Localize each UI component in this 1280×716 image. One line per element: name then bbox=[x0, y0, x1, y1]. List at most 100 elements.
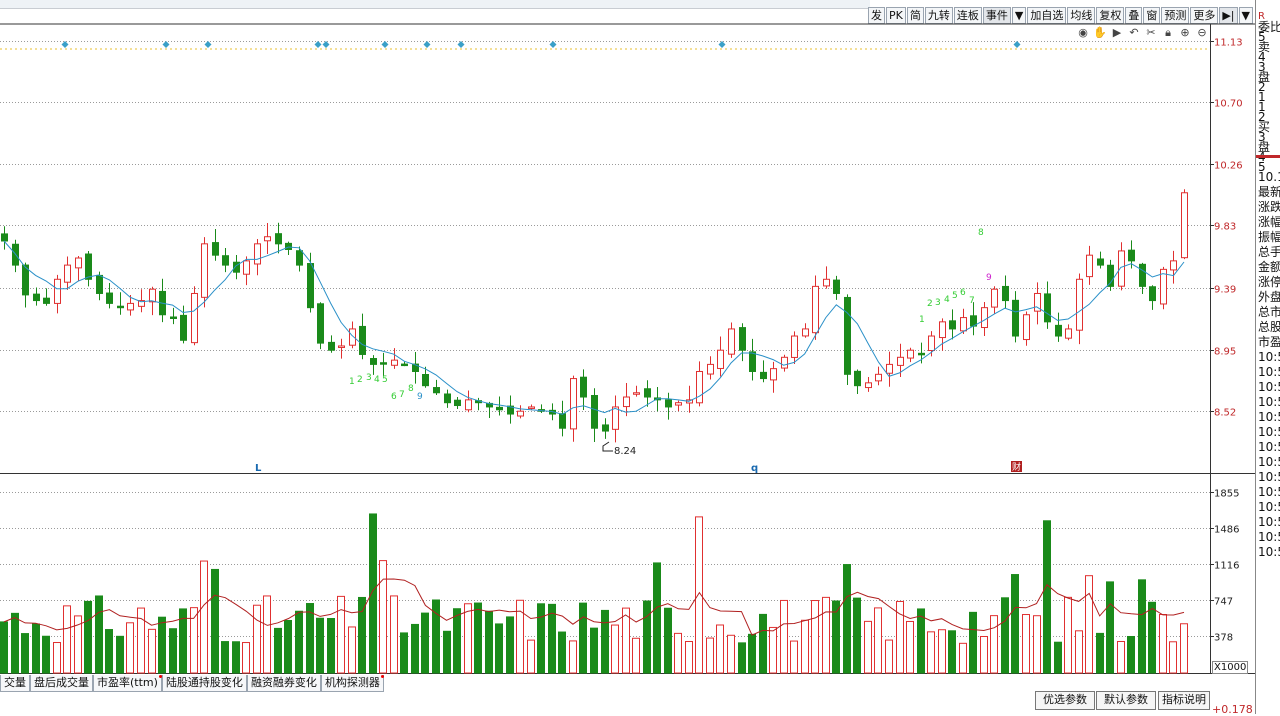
indicator-tab[interactable]: 盘后成交量 bbox=[30, 675, 93, 692]
td-count-label: 5 bbox=[952, 291, 958, 301]
volume-bar bbox=[337, 595, 345, 674]
volume-bar bbox=[1117, 640, 1125, 674]
indicator-tab[interactable]: 陆股通持股变化 bbox=[161, 675, 247, 692]
candle-body bbox=[665, 399, 672, 408]
volume-bar bbox=[53, 642, 61, 674]
volume-bar bbox=[590, 627, 598, 674]
volume-bar bbox=[969, 611, 977, 674]
volume-bar bbox=[790, 640, 798, 674]
candle-body bbox=[981, 307, 988, 329]
volume-bar bbox=[284, 619, 292, 674]
volume-bar bbox=[263, 595, 271, 674]
candle-body bbox=[285, 242, 292, 251]
volume-bar bbox=[874, 607, 882, 674]
signal-diamond bbox=[162, 41, 170, 48]
volume-bar bbox=[63, 605, 71, 674]
default-params-button[interactable]: 默认参数 bbox=[1096, 691, 1156, 710]
candle-body bbox=[612, 406, 619, 430]
event-marker-L: L bbox=[255, 463, 262, 474]
td-count-label: 6 bbox=[960, 288, 966, 298]
volume-bar bbox=[1148, 601, 1156, 674]
volume-bar bbox=[443, 630, 451, 674]
volume-tick-label: 1116 bbox=[1214, 561, 1239, 572]
volume-bar bbox=[1106, 581, 1114, 674]
volume-bar bbox=[622, 607, 630, 674]
candle-body bbox=[633, 392, 640, 395]
volume-bar bbox=[221, 641, 229, 674]
quote-divider bbox=[1256, 155, 1280, 158]
volume-bar bbox=[643, 600, 651, 674]
volume-bar bbox=[1159, 614, 1167, 674]
candle-body bbox=[749, 351, 756, 372]
candle-body bbox=[949, 320, 956, 330]
quote-panel-text: 涨幅 bbox=[1258, 215, 1280, 229]
signal-diamond bbox=[1013, 41, 1021, 48]
td-count-label: 6 bbox=[391, 392, 397, 402]
candle-body bbox=[781, 356, 788, 369]
candle-body bbox=[1118, 250, 1125, 287]
volume-bar bbox=[42, 635, 50, 674]
indicator-tab[interactable]: 交量 bbox=[0, 675, 30, 692]
candle-body bbox=[391, 359, 398, 366]
volume-bar bbox=[917, 608, 925, 674]
candle-body bbox=[317, 303, 324, 344]
indicator-tab[interactable]: 机构探测器 bbox=[320, 675, 384, 692]
volume-bar bbox=[980, 635, 988, 674]
candle-body bbox=[602, 424, 609, 432]
candle-body bbox=[833, 279, 840, 294]
candle-body bbox=[960, 317, 967, 332]
candle-body bbox=[696, 370, 703, 404]
preferred-params-button[interactable]: 优选参数 bbox=[1035, 691, 1095, 710]
volume-bar bbox=[390, 595, 398, 674]
candle-body bbox=[517, 410, 524, 417]
volume-bar bbox=[306, 603, 314, 674]
volume-bar bbox=[906, 620, 914, 674]
volume-bar bbox=[1043, 520, 1051, 674]
candle-body bbox=[939, 321, 946, 339]
volume-bar bbox=[843, 564, 851, 674]
signal-diamond bbox=[423, 41, 431, 48]
volume-bar bbox=[126, 622, 134, 674]
indicator-tab-label: 交量 bbox=[4, 676, 26, 689]
candle-body bbox=[212, 242, 219, 256]
bottom-value: +0.178 bbox=[1212, 703, 1253, 716]
candle-body bbox=[528, 406, 535, 409]
volume-bar bbox=[959, 642, 967, 674]
indicator-explain-button[interactable]: 指标说明 bbox=[1158, 691, 1210, 710]
stock-chart[interactable]: 11.1310.7010.269.839.398.958.52185514861… bbox=[0, 0, 1255, 714]
volume-bar bbox=[611, 624, 619, 674]
quote-panel-text: 涨停 bbox=[1258, 275, 1280, 289]
volume-bar bbox=[400, 632, 408, 674]
signal-diamond bbox=[322, 41, 330, 48]
quote-panel-text: 10:5 bbox=[1258, 515, 1280, 529]
low-pointer bbox=[602, 441, 613, 452]
indicator-tab[interactable]: 融资融券变化 bbox=[246, 675, 321, 692]
td-count-label: 9 bbox=[986, 273, 992, 283]
candle-body bbox=[1128, 249, 1135, 262]
price-tick-label: 8.52 bbox=[1214, 408, 1236, 419]
td-count-label: 4 bbox=[944, 295, 950, 305]
volume-bar bbox=[569, 640, 577, 674]
quote-panel: R委比5卖43盘2112买3盘4510.1最新涨跌涨幅振幅总手金额涨停外盘总市总… bbox=[1255, 0, 1280, 714]
indicator-tab[interactable]: 市盈率(ttm) bbox=[93, 675, 162, 692]
candle-body bbox=[275, 233, 282, 245]
candle-body bbox=[844, 296, 851, 375]
td-count-label: 4 bbox=[374, 375, 380, 385]
candle-body bbox=[1044, 293, 1051, 323]
volume-bar bbox=[1033, 615, 1041, 674]
volume-bar bbox=[495, 623, 503, 674]
volume-bar bbox=[948, 630, 956, 674]
volume-bar bbox=[232, 641, 240, 674]
candle-body bbox=[559, 413, 566, 429]
candle-body bbox=[328, 341, 335, 351]
volume-bar bbox=[0, 621, 8, 674]
quote-panel-text: 10:5 bbox=[1258, 410, 1280, 424]
candle-body bbox=[770, 368, 777, 381]
td-count-label: 2 bbox=[357, 375, 363, 385]
price-tick-label: 10.70 bbox=[1214, 99, 1243, 110]
candle-body bbox=[1139, 263, 1146, 287]
volume-bar bbox=[1180, 623, 1188, 674]
candle-body bbox=[1, 233, 8, 242]
quote-panel-text: 10.1 bbox=[1258, 170, 1280, 184]
volume-bar bbox=[938, 629, 946, 674]
